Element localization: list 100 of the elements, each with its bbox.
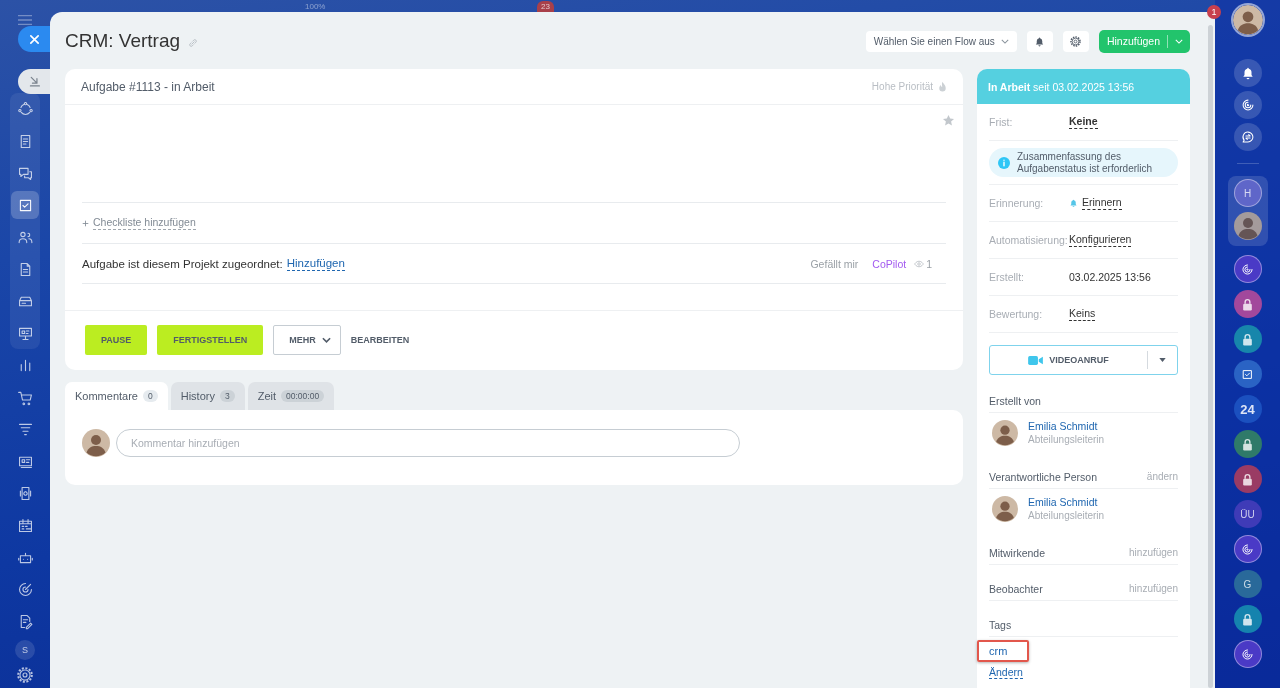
calendar-icon	[16, 516, 34, 534]
chat-avatar[interactable]	[1233, 290, 1262, 318]
lock-icon	[1242, 297, 1253, 311]
chat-avatar[interactable]	[1233, 640, 1262, 668]
section-title: Mitwirkende	[989, 546, 1046, 559]
chat-avatar[interactable]	[1233, 605, 1262, 633]
lock-icon	[1242, 332, 1253, 346]
user-avatar	[82, 429, 110, 457]
user-avatar[interactable]	[992, 496, 1018, 522]
settings-icon	[1069, 34, 1083, 48]
chat-avatar[interactable]: 24	[1233, 395, 1262, 423]
notifications-button[interactable]	[1026, 30, 1053, 52]
action-button[interactable]: FERTIGSTELLEN	[157, 325, 264, 355]
star-icon[interactable]	[942, 114, 955, 127]
tab-count: 00:00:00	[281, 390, 325, 402]
chat-avatar[interactable]: H	[1233, 179, 1262, 207]
comment-input[interactable]: Kommentar hinzufügen	[116, 429, 740, 457]
chat-avatar[interactable]: ÜU	[1233, 500, 1262, 528]
circle-dots-icon	[16, 100, 34, 118]
reminder-link[interactable]: Erinnern	[1069, 196, 1122, 210]
field-label: Automatisierung:	[989, 234, 1069, 246]
more-dropdown-button[interactable]: MEHR	[273, 325, 341, 355]
section-title: Tags	[989, 618, 1012, 631]
bell-icon	[1069, 198, 1078, 208]
edit-button[interactable]: BEARBEITEN	[350, 325, 410, 355]
close-icon	[28, 33, 40, 45]
status-text: In Arbeit seit 03.02.2025 13:56	[988, 80, 1135, 93]
person-position: Abteilungsleiterin	[1028, 509, 1105, 522]
person-name-link[interactable]: Emilia Schmidt	[1028, 496, 1098, 509]
field-label: Erinnerung:	[989, 197, 1045, 209]
field-label: Bewertung:	[989, 308, 1044, 320]
field-label: Frist:	[989, 116, 1014, 128]
field-label: Erstellt:	[989, 271, 1025, 283]
notification-badge: 1	[1207, 5, 1221, 19]
notifications-button[interactable]	[1233, 59, 1262, 87]
deadline-link[interactable]: Keine	[1069, 115, 1098, 129]
tag-link[interactable]: crm	[977, 640, 1030, 662]
chat-avatar[interactable]	[1233, 465, 1262, 493]
flame-icon	[938, 80, 947, 93]
bell-icon	[1240, 66, 1255, 80]
user-avatar[interactable]	[1233, 212, 1262, 240]
chat-avatar[interactable]: G	[1233, 570, 1262, 598]
counter-badge: 23	[537, 1, 554, 12]
minimize-button[interactable]	[18, 69, 50, 94]
copilot-link[interactable]: CoPilot	[872, 257, 907, 270]
add-project-link[interactable]: Hinzufügen	[286, 256, 345, 271]
copilot-button[interactable]	[1233, 91, 1262, 119]
section-title: Verantwortliche Person	[989, 470, 1097, 483]
close-button[interactable]	[18, 26, 50, 52]
section-title: Beobachter	[989, 582, 1043, 595]
chat-avatar[interactable]	[1233, 430, 1262, 458]
view-count: 1	[926, 257, 932, 270]
field-value: 03.02.2025 13:56	[1069, 271, 1151, 283]
person-name-link[interactable]: Emilia Schmidt	[1028, 420, 1098, 433]
spiral-icon	[1241, 647, 1254, 661]
caret-down-icon	[1159, 358, 1166, 362]
tab-count: 0	[143, 390, 158, 402]
settings-button[interactable]	[1062, 30, 1089, 52]
edit-tags-link[interactable]: Ändern	[989, 667, 1023, 679]
user-avatar[interactable]	[992, 420, 1018, 446]
video-camera-icon	[1028, 355, 1044, 365]
task-heading: Aufgabe #1113 - in Arbeit	[81, 79, 215, 94]
field-link[interactable]: Keins	[1069, 307, 1096, 321]
chat-button[interactable]	[1233, 123, 1262, 151]
arrow-to-line-icon	[27, 75, 41, 88]
chat-avatar[interactable]	[1233, 360, 1262, 388]
project-label: Aufgabe ist diesem Projekt zugeordnet:	[82, 257, 283, 270]
chat-arrows-icon	[1240, 130, 1255, 144]
person-position: Abteilungsleiterin	[1028, 433, 1105, 446]
chat-avatar[interactable]	[1233, 325, 1262, 353]
lock-icon	[1242, 472, 1253, 486]
lock-icon	[1242, 612, 1253, 626]
user-avatar[interactable]	[1232, 5, 1263, 35]
tab[interactable]: Zeit 00:00:00	[247, 382, 335, 410]
plus-icon	[82, 219, 89, 227]
bell-icon	[1034, 35, 1046, 47]
target-icon	[16, 580, 34, 598]
chevron-down-icon	[1000, 38, 1009, 44]
settings-icon[interactable]	[16, 666, 34, 684]
chat-avatar[interactable]	[1233, 255, 1262, 283]
sidebar-item[interactable]	[11, 191, 39, 219]
user-initial[interactable]: S	[15, 640, 35, 660]
scrollbar[interactable]	[1208, 25, 1213, 688]
field-link[interactable]: Konfigurieren	[1069, 233, 1132, 247]
tab[interactable]: Kommentare 0	[65, 382, 168, 410]
video-call-button[interactable]: VIDEOANRUF	[989, 345, 1178, 375]
spiral-icon	[1240, 98, 1255, 112]
action-button[interactable]: PAUSE	[85, 325, 148, 355]
flow-dropdown[interactable]: Wählen Sie einen Flow aus	[865, 30, 1017, 52]
chevron-down-icon	[321, 337, 331, 343]
chat-avatar[interactable]	[1233, 535, 1262, 563]
spiral-icon	[1241, 542, 1254, 556]
chevron-down-icon	[1175, 38, 1183, 44]
tab-count: 3	[219, 390, 235, 402]
section-title: Erstellt von	[989, 394, 1041, 407]
page-title: CRM: Vertrag	[65, 29, 181, 53]
tab[interactable]: History 3	[170, 382, 245, 410]
checkbox-icon	[1241, 367, 1254, 381]
lock-icon	[1242, 437, 1253, 451]
add-checklist-link[interactable]: Checkliste hinzufügen	[93, 216, 196, 230]
